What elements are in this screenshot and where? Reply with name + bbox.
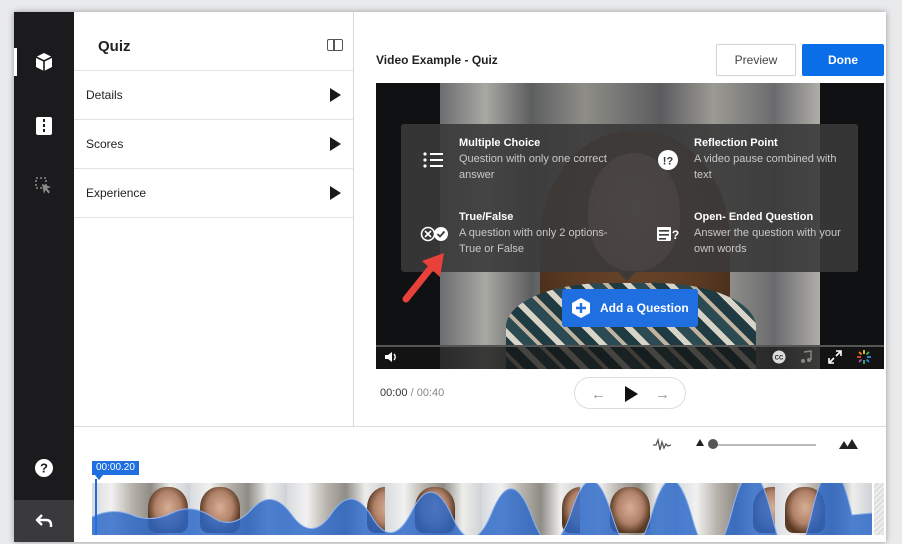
menu-pointer: [618, 272, 636, 281]
option-description: A video pause combined with text: [694, 153, 837, 181]
volume-icon[interactable]: [384, 351, 398, 363]
menu-item-details[interactable]: Details: [74, 71, 353, 120]
panel-header: Quiz: [74, 12, 353, 71]
back-arrow-icon: [35, 514, 53, 527]
done-button[interactable]: Done: [802, 44, 884, 76]
add-question-button[interactable]: Add a Question: [562, 289, 698, 327]
annotation-arrow-icon: [402, 253, 444, 303]
option-description: A question with only 2 options- True or …: [459, 227, 608, 255]
help-icon[interactable]: ?: [14, 450, 74, 486]
cube-icon[interactable]: [14, 44, 74, 80]
option-title: True/False: [459, 211, 514, 223]
left-rail: ?: [14, 12, 74, 542]
menu-item-label: Details: [86, 88, 123, 102]
zoom-slider-track[interactable]: [712, 444, 816, 446]
menu-item-scores[interactable]: Scores: [74, 120, 353, 169]
expand-arrow-icon: [330, 88, 341, 102]
play-icon[interactable]: [625, 386, 638, 402]
timeline: 00:00.20: [74, 426, 886, 542]
filmstrip-end: [874, 483, 884, 535]
playhead-time-badge: 00:00.20: [92, 461, 139, 475]
question-type-menu: Multiple Choice Question with only one c…: [401, 124, 858, 272]
app-window: ? Quiz Details Scores Experience Video E…: [14, 12, 886, 542]
menu-item-label: Scores: [86, 137, 124, 151]
option-title: Reflection Point: [694, 137, 778, 149]
option-open-ended[interactable]: Open- Ended Question Answer the question…: [694, 210, 884, 257]
playhead[interactable]: [95, 479, 97, 535]
player-control-bar: CC: [376, 345, 884, 369]
menu-item-label: Experience: [86, 186, 147, 200]
main-editor: Video Example - Quiz Preview Done Multip…: [354, 12, 886, 426]
option-multiple-choice[interactable]: Multiple Choice Question with only one c…: [459, 136, 669, 183]
current-time: 00:00: [380, 387, 408, 399]
previous-arrow-icon[interactable]: ←: [591, 386, 606, 403]
expand-arrow-icon: [330, 137, 341, 151]
quiz-settings-panel: Quiz Details Scores Experience: [74, 12, 354, 426]
add-question-label: Add a Question: [600, 301, 689, 315]
zoom-in-icon[interactable]: [838, 438, 858, 450]
interaction-cursor-icon[interactable]: [14, 168, 74, 204]
option-title: Open- Ended Question: [694, 211, 814, 223]
option-reflection-point[interactable]: Reflection Point A video pause combined …: [694, 136, 884, 183]
list-icon: [419, 146, 447, 174]
time-separator: /: [410, 387, 414, 399]
true-false-icon: [419, 220, 451, 248]
add-hexagon-icon: [570, 297, 592, 319]
option-true-false[interactable]: True/False A question with only 2 option…: [459, 210, 669, 257]
audio-waveform: [92, 483, 872, 535]
seek-bar[interactable]: [376, 345, 884, 347]
reflection-icon: !?: [654, 146, 682, 174]
svg-text:CC: CC: [775, 356, 784, 362]
time-readout: 00:00 / 00:40: [380, 387, 444, 399]
panel-toggle-icon[interactable]: [327, 39, 343, 51]
brand-spark-icon: [857, 350, 871, 364]
playback-nav: ← →: [574, 377, 686, 409]
open-ended-icon: ?: [654, 220, 682, 248]
music-note-icon[interactable]: [800, 350, 812, 364]
panel-title: Quiz: [98, 38, 131, 55]
option-description: Question with only one correct answer: [459, 153, 607, 181]
next-arrow-icon[interactable]: →: [655, 386, 670, 403]
video-player[interactable]: Multiple Choice Question with only one c…: [376, 83, 884, 369]
preview-button[interactable]: Preview: [716, 44, 796, 76]
back-button[interactable]: [14, 500, 74, 542]
waveform-icon[interactable]: [652, 437, 672, 453]
expand-arrow-icon: [330, 186, 341, 200]
chapters-icon[interactable]: [14, 108, 74, 144]
option-title: Multiple Choice: [459, 137, 541, 149]
video-title: Video Example - Quiz: [376, 53, 498, 67]
option-description: Answer the question with your own words: [694, 227, 841, 255]
svg-text:?: ?: [40, 461, 48, 476]
svg-text:?: ?: [672, 228, 679, 242]
fullscreen-icon[interactable]: [828, 350, 842, 364]
zoom-slider-handle[interactable]: [708, 439, 718, 449]
timeline-tools: [632, 435, 872, 455]
captions-icon[interactable]: CC: [772, 350, 786, 364]
svg-text:!?: !?: [663, 156, 674, 168]
total-time: 00:40: [416, 387, 445, 399]
zoom-out-icon[interactable]: [696, 439, 704, 446]
menu-item-experience[interactable]: Experience: [74, 169, 353, 218]
